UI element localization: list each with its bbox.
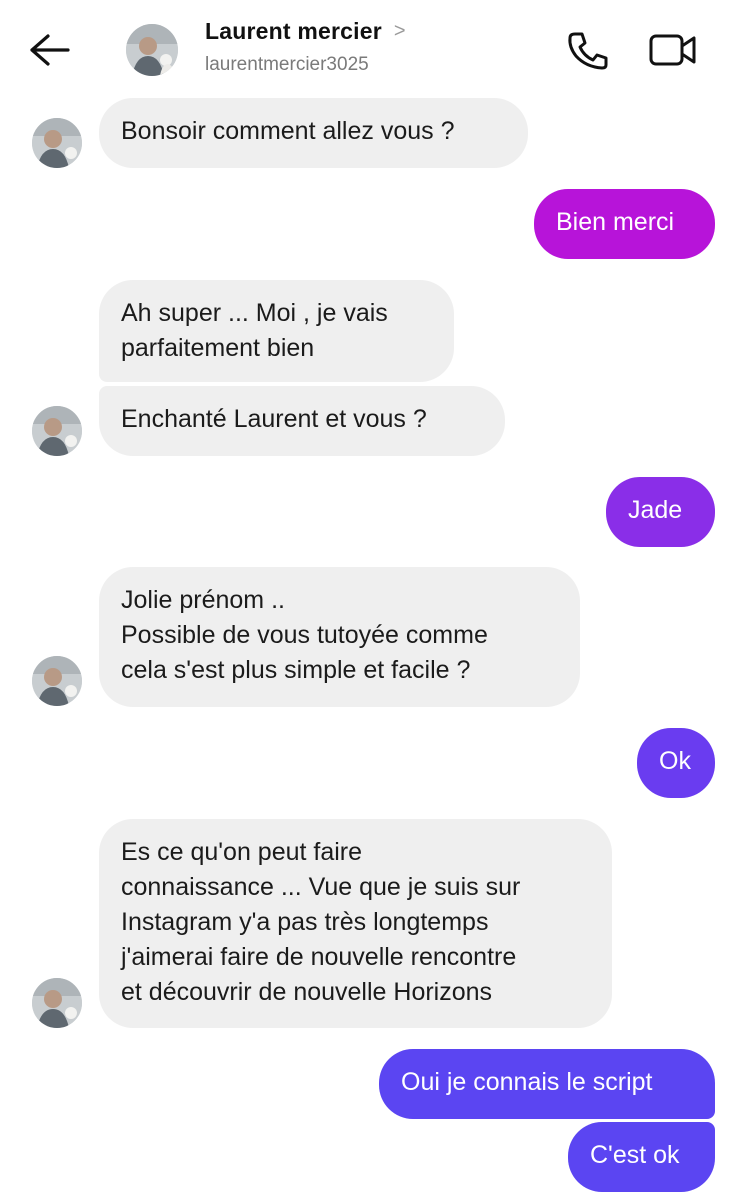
avatar[interactable] [32,118,82,168]
contact-username: laurentmercier3025 [205,54,369,75]
avatar[interactable] [32,656,82,706]
message-bubble-outgoing[interactable]: Bien merci [534,189,715,259]
avatar[interactable] [32,978,82,1028]
message-bubble-outgoing[interactable]: C'est ok [568,1122,715,1192]
message-bubble-outgoing[interactable]: Ok [637,728,715,798]
avatar[interactable] [32,406,82,456]
message-bubble-outgoing[interactable]: Jade [606,477,715,547]
message-bubble-incoming[interactable]: Jolie prénom .. Possible de vous tutoyée… [99,567,580,707]
message-bubble-incoming[interactable]: Enchanté Laurent et vous ? [99,386,505,456]
chat-header: Laurent mercier > laurentmercier3025 [0,0,729,100]
contact-name-link[interactable]: Laurent mercier > [205,18,406,45]
arrow-left-icon[interactable] [26,30,72,70]
avatar[interactable] [126,24,178,76]
message-bubble-incoming[interactable]: Bonsoir comment allez vous ? [99,98,528,168]
chevron-right-icon: > [393,20,406,42]
message-bubble-incoming[interactable]: Ah super ... Moi , je vais parfaitement … [99,280,454,382]
message-bubble-incoming[interactable]: Es ce qu'on peut faire connaissance ... … [99,819,612,1028]
message-bubble-outgoing[interactable]: Oui je connais le script [379,1049,715,1119]
video-camera-icon[interactable] [648,30,698,70]
contact-name[interactable]: Laurent mercier [205,18,382,44]
phone-icon[interactable] [566,30,610,72]
